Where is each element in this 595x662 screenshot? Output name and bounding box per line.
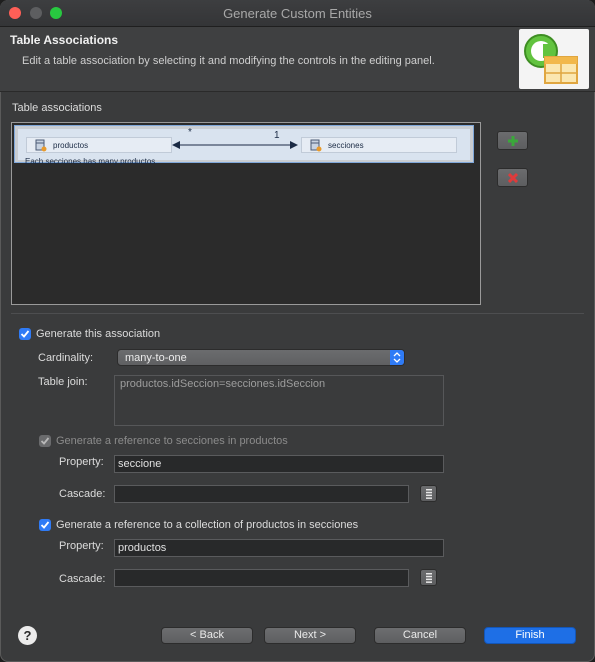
ref2-property-label: Property:: [59, 540, 104, 552]
add-association-button[interactable]: [497, 131, 528, 150]
chevron-updown-icon: [390, 350, 404, 365]
finish-button[interactable]: Finish: [484, 627, 576, 644]
ref2-cascade-browse-button[interactable]: [420, 569, 437, 586]
separator: [11, 313, 584, 314]
ref1-property-label: Property:: [59, 456, 104, 468]
list-icon: [426, 489, 432, 499]
delete-icon: [507, 172, 519, 184]
dialog-window: Generate Custom Entities Table Associati…: [0, 0, 595, 662]
target-table-box: secciones: [301, 137, 457, 153]
checkmark-icon: [40, 521, 50, 529]
window-title: Generate Custom Entities: [223, 6, 372, 21]
back-button[interactable]: < Back: [161, 627, 253, 644]
ref1-cascade-input[interactable]: [114, 485, 409, 503]
ref1-cascade-browse-button[interactable]: [420, 485, 437, 502]
remove-association-button[interactable]: [497, 168, 528, 187]
page-title: Table Associations: [10, 33, 119, 47]
ref2-cascade-input[interactable]: [114, 569, 409, 587]
plus-icon: [508, 136, 518, 146]
ref-productos-collection-checkbox[interactable]: [39, 519, 51, 531]
table-icon: [35, 139, 47, 154]
generate-association-checkbox[interactable]: [19, 328, 31, 340]
wizard-header: Table Associations Edit a table associat…: [0, 27, 595, 92]
table-join-field[interactable]: productos.idSeccion=secciones.idSeccion: [114, 375, 444, 426]
checkmark-icon: [20, 330, 30, 338]
source-table-box: productos: [26, 137, 172, 153]
ref1-property-input[interactable]: seccione: [114, 455, 444, 473]
list-icon: [426, 573, 432, 583]
ref1-property-value: seccione: [118, 458, 162, 470]
table-icon: [310, 139, 322, 154]
associations-label: Table associations: [12, 102, 102, 114]
help-icon[interactable]: ?: [18, 626, 37, 645]
association-item[interactable]: productos * 1 secciones Each secciones h…: [14, 125, 474, 166]
target-table-name: secciones: [328, 141, 364, 150]
page-description: Edit a table association by selecting it…: [22, 55, 435, 67]
checkmark-icon: [40, 437, 50, 445]
source-table-name: productos: [53, 141, 89, 150]
cardinality-value: many-to-one: [125, 352, 187, 364]
cancel-button[interactable]: Cancel: [374, 627, 466, 644]
cardinality-select[interactable]: many-to-one: [117, 349, 405, 366]
ref2-property-value: productos: [118, 542, 167, 554]
associations-list[interactable]: productos * 1 secciones Each secciones h…: [11, 122, 481, 305]
ref2-property-input[interactable]: productos: [114, 539, 444, 557]
wizard-logo-icon: [519, 29, 589, 89]
association-caption: Each secciones has many productos.: [25, 157, 158, 166]
association-arrow-icon: [172, 141, 298, 149]
table-join-label: Table join:: [38, 376, 88, 388]
ref-secciones-label: Generate a reference to secciones in pro…: [56, 435, 288, 447]
title-bar: Generate Custom Entities: [0, 0, 595, 27]
next-button[interactable]: Next >: [264, 627, 356, 644]
generate-association-label: Generate this association: [36, 328, 161, 340]
ref1-cascade-label: Cascade:: [59, 488, 106, 500]
cardinality-label: Cardinality:: [38, 352, 94, 364]
ref2-cascade-label: Cascade:: [59, 573, 106, 585]
ref-productos-collection-label: Generate a reference to a collection of …: [56, 519, 359, 531]
source-cardinality: *: [188, 127, 192, 138]
ref-secciones-checkbox[interactable]: [39, 435, 51, 447]
table-join-value: productos.idSeccion=secciones.idSeccion: [120, 378, 326, 390]
